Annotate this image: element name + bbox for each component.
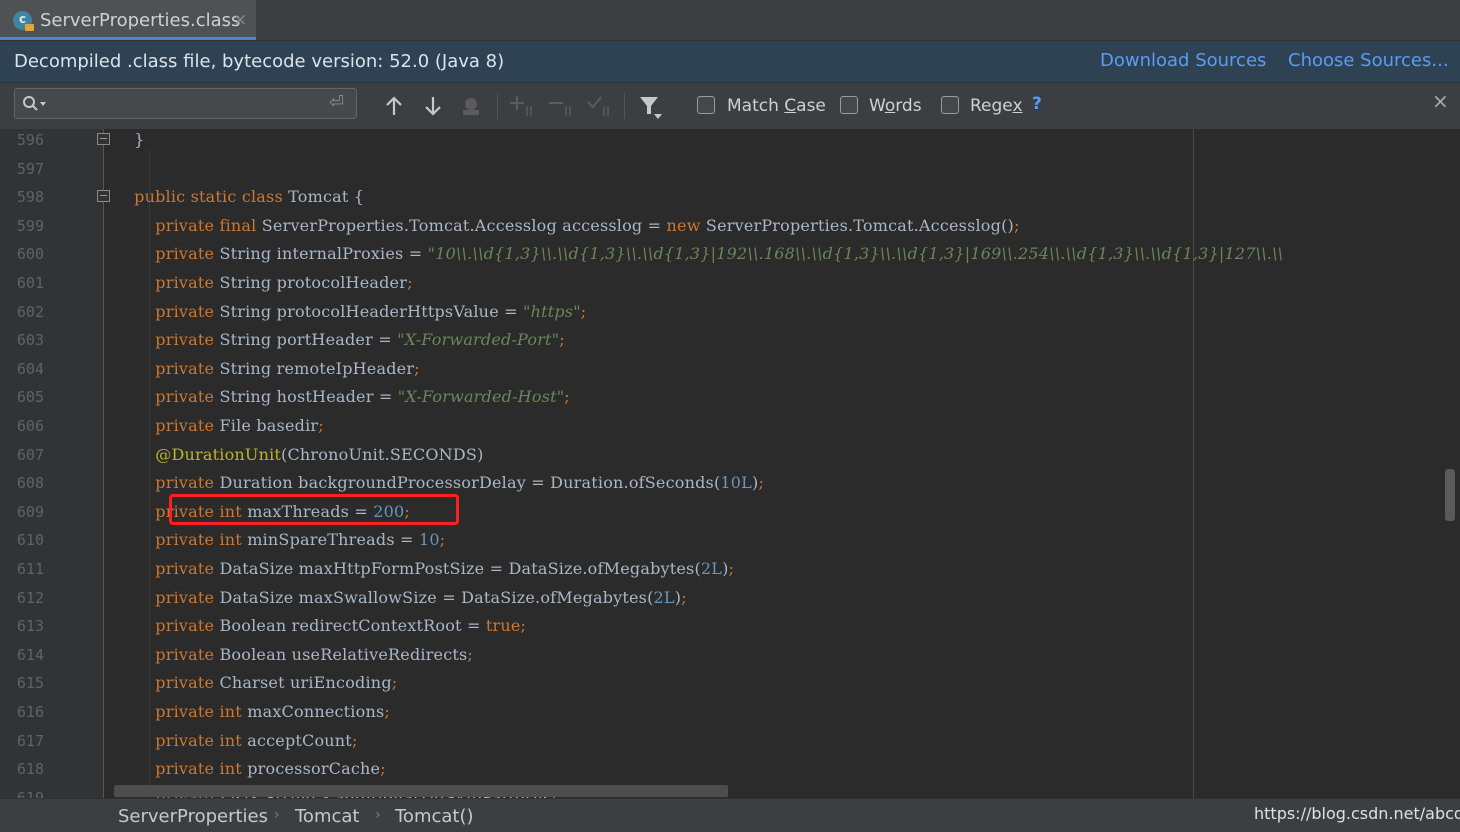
search-box: ⏎: [14, 88, 357, 119]
line-number: 617: [16, 732, 44, 750]
line-number: 613: [16, 617, 44, 635]
select-all-occurrences-icon: [587, 96, 609, 116]
remove-occurrence-icon: [549, 102, 571, 116]
line-number: 601: [16, 274, 44, 292]
fold-start-icon[interactable]: [97, 190, 110, 202]
newline-icon[interactable]: ⏎: [329, 92, 344, 113]
code-line[interactable]: [113, 159, 134, 178]
horizontal-scrollbar[interactable]: [114, 785, 728, 797]
add-occurrence-icon: [510, 96, 532, 116]
code-line[interactable]: private String internalProxies = "10\\.\…: [113, 244, 1283, 263]
search-input[interactable]: [59, 91, 333, 117]
code-line[interactable]: private int acceptCount;: [113, 731, 358, 750]
tab-title: ServerProperties.class: [40, 10, 241, 31]
fold-end-icon[interactable]: [97, 133, 110, 145]
code-line[interactable]: private String protocolHeader;: [113, 273, 413, 292]
line-number: 605: [16, 388, 44, 406]
match-case-label: Match Case: [727, 96, 826, 116]
tab-close-icon[interactable]: ×: [233, 10, 247, 30]
code-line[interactable]: @DurationUnit(ChronoUnit.SECONDS): [113, 445, 484, 464]
code-line[interactable]: private String protocolHeaderHttpsValue …: [113, 302, 586, 321]
breadcrumb-server-properties[interactable]: ServerProperties: [118, 806, 268, 827]
line-number: 597: [16, 160, 44, 178]
gutter-divider: [103, 129, 104, 798]
line-number: 609: [16, 503, 44, 521]
code-line[interactable]: private DataSize maxSwallowSize = DataSi…: [113, 588, 687, 607]
highlight-box-max-threads: [169, 494, 459, 525]
words-label: Words: [869, 96, 922, 116]
line-number: 607: [16, 446, 44, 464]
code-line[interactable]: private String portHeader = "X-Forwarded…: [113, 330, 565, 349]
line-number-gutter: 596 597 598 599 600 601 602 603 604 605 606 607 608 6…: [0, 129, 104, 798]
breadcrumb-tomcat-constructor[interactable]: Tomcat(): [395, 806, 474, 827]
line-number: 612: [16, 589, 44, 607]
choose-sources-link[interactable]: Choose Sources...: [1288, 50, 1449, 71]
toolbar-divider: [624, 93, 625, 119]
code-line[interactable]: private String hostHeader = "X-Forwarded…: [113, 387, 570, 406]
lock-icon: [25, 24, 34, 31]
line-number: 608: [16, 474, 44, 492]
toolbar-divider: [497, 93, 498, 119]
download-sources-link[interactable]: Download Sources: [1100, 50, 1266, 71]
next-occurrence-icon[interactable]: [423, 95, 443, 117]
line-number: 604: [16, 360, 44, 378]
editor-tab-bar: c ServerProperties.class ×: [0, 0, 1460, 41]
line-number: 598: [16, 188, 44, 206]
breadcrumb-tomcat[interactable]: Tomcat: [295, 806, 359, 827]
line-number: 615: [16, 674, 44, 692]
code-editor[interactable]: 596 597 598 599 600 601 602 603 604 605 606 607 608 6…: [0, 129, 1460, 798]
close-find-icon[interactable]: ×: [1432, 89, 1449, 113]
breadcrumb-separator: ›: [375, 807, 381, 823]
regex-help-link[interactable]: ?: [1032, 94, 1042, 114]
breadcrumb-separator: ›: [274, 807, 280, 823]
code-line[interactable]: }: [113, 130, 145, 149]
code-line[interactable]: private String remoteIpHeader;: [113, 359, 420, 378]
code-line[interactable]: private Duration backgroundProcessorDela…: [113, 473, 764, 492]
regex-label: Regex: [970, 96, 1023, 116]
code-line[interactable]: private int minSpareThreads = 10;: [113, 530, 445, 549]
code-line[interactable]: private Charset uriEncoding;: [113, 673, 397, 692]
code-line[interactable]: private Boolean redirectContextRoot = tr…: [113, 616, 526, 635]
decompiled-notification-banner: Decompiled .class file, bytecode version…: [0, 41, 1460, 83]
line-number: 610: [16, 531, 44, 549]
line-number: 611: [16, 560, 44, 578]
code-line[interactable]: public static class Tomcat {: [113, 187, 364, 206]
line-number: 600: [16, 245, 44, 263]
line-number: 618: [16, 760, 44, 778]
breadcrumb: ServerProperties › Tomcat › Tomcat() htt…: [0, 798, 1460, 832]
line-number: 619: [16, 789, 44, 798]
regex-checkbox[interactable]: [941, 96, 959, 114]
right-margin-guide: [1193, 129, 1194, 798]
vertical-scrollbar[interactable]: [1445, 469, 1455, 521]
vertical-scroll-track: [1440, 129, 1460, 798]
words-checkbox[interactable]: [840, 96, 858, 114]
search-history-icon[interactable]: [21, 95, 51, 113]
code-line[interactable]: private int maxConnections;: [113, 702, 390, 721]
line-number: 614: [16, 646, 44, 664]
code-line[interactable]: private DataSize maxHttpFormPostSize = D…: [113, 559, 734, 578]
previous-occurrence-icon[interactable]: [384, 95, 404, 117]
code-line[interactable]: private int processorCache;: [113, 759, 386, 778]
line-number: 606: [16, 417, 44, 435]
code-line[interactable]: private final ServerProperties.Tomcat.Ac…: [113, 216, 1020, 235]
match-case-checkbox[interactable]: [697, 96, 715, 114]
filter-icon[interactable]: [638, 95, 664, 121]
tab-server-properties[interactable]: c ServerProperties.class ×: [0, 0, 256, 40]
find-all-icon: [463, 98, 479, 115]
find-toolbar: ⏎ Match Case Words Regex ? ×: [0, 83, 1460, 130]
line-number: 599: [16, 217, 44, 235]
banner-message: Decompiled .class file, bytecode version…: [14, 51, 505, 72]
watermark: https://blog.csdn.net/abcdu1: [1254, 804, 1460, 823]
code-line[interactable]: private Boolean useRelativeRedirects;: [113, 645, 473, 664]
line-number: 603: [16, 331, 44, 349]
line-number: 616: [16, 703, 44, 721]
line-number: 596: [16, 131, 44, 149]
line-number: 602: [16, 303, 44, 321]
code-line[interactable]: private File basedir;: [113, 416, 324, 435]
